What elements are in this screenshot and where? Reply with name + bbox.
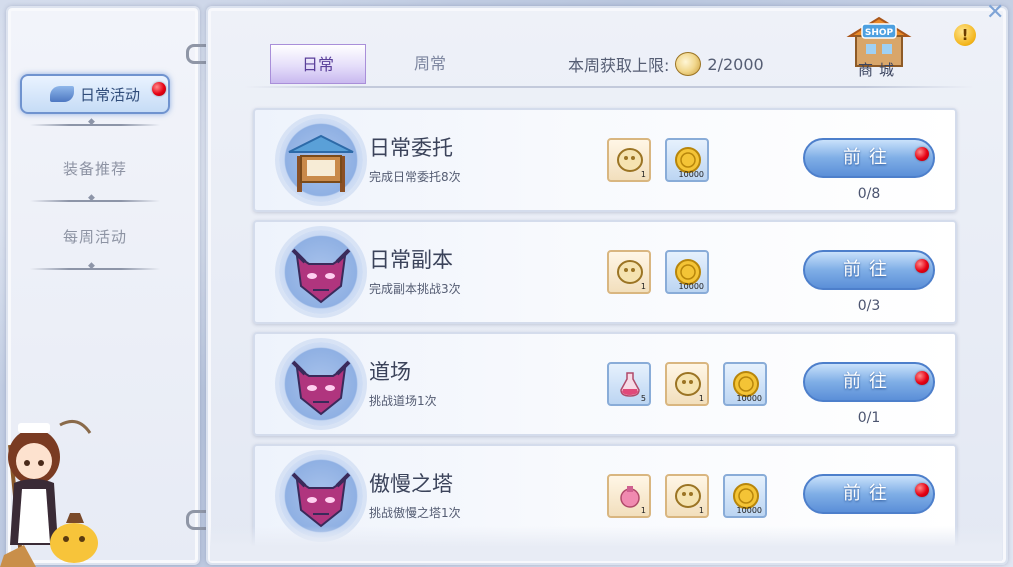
- go-button-label: 前往: [843, 259, 895, 280]
- task-description: 挑战道场1次: [369, 394, 437, 408]
- reward-slot[interactable]: 1: [607, 250, 651, 294]
- demon-mask-icon: [291, 248, 351, 304]
- task-description: 挑战傲慢之塔1次: [369, 506, 461, 520]
- reward-slot[interactable]: 10000: [665, 138, 709, 182]
- task-title: 日常副本: [369, 248, 453, 272]
- bronze-medal-icon: [675, 52, 702, 76]
- shoe-icon: [49, 86, 74, 102]
- shop-label[interactable]: 商城: [846, 59, 912, 80]
- task-emblem: [279, 118, 363, 202]
- demon-mask-icon: [291, 360, 351, 416]
- sidebar-divider: [30, 193, 160, 203]
- maid-character-icon: [0, 419, 98, 567]
- task-title: 道场: [369, 360, 411, 384]
- sidebar-item-label: 每周活动: [62, 228, 127, 246]
- reward-slot[interactable]: 1: [665, 362, 709, 406]
- go-button[interactable]: 前往: [803, 250, 935, 290]
- svg-text:SHOP: SHOP: [865, 28, 894, 38]
- reward-count: 5: [640, 394, 646, 403]
- sidebar-item-weekly[interactable]: 每周活动: [0, 226, 190, 247]
- task-card: 日常副本 完成副本挑战3次 1 10000 前往 0/3: [253, 220, 957, 324]
- weekly-limit-value: 2/2000: [707, 54, 764, 74]
- reward-slot[interactable]: 5: [607, 362, 651, 406]
- tab-divider: [244, 86, 974, 88]
- reward-count: 1: [640, 282, 646, 291]
- scroll-fade: [210, 526, 1002, 561]
- bronze-medal-icon: [617, 148, 643, 172]
- go-button-label: 前往: [843, 147, 895, 168]
- reward-count: 10000: [736, 506, 762, 515]
- bronze-medal-icon: [675, 484, 701, 508]
- reward-count: 1: [698, 394, 704, 403]
- potion-icon: [620, 372, 640, 397]
- go-button[interactable]: 前往: [803, 138, 935, 178]
- task-emblem: [279, 342, 363, 426]
- weekly-limit-label: 本周获取上限:: [568, 56, 670, 75]
- task-description: 完成副本挑战3次: [369, 282, 461, 296]
- reward-slot[interactable]: 10000: [723, 474, 767, 518]
- reward-slot[interactable]: 1: [607, 138, 651, 182]
- sidebar-item-equipment[interactable]: 装备推荐: [0, 158, 190, 179]
- notice-board-icon: [288, 134, 354, 192]
- reward-slot[interactable]: 1: [607, 474, 651, 518]
- info-icon[interactable]: !: [954, 24, 976, 46]
- reward-slot[interactable]: 1: [665, 474, 709, 518]
- reward-count: 10000: [736, 394, 762, 403]
- reward-count: 10000: [678, 282, 704, 291]
- task-progress: 0/3: [857, 298, 881, 314]
- go-button-label: 前往: [843, 371, 895, 392]
- weekly-limit: 本周获取上限: 2/2000: [568, 52, 764, 76]
- task-title: 日常委托: [369, 136, 453, 160]
- task-progress: 0/8: [857, 186, 881, 202]
- sidebar-item-label: 日常活动: [79, 85, 140, 104]
- task-emblem: [279, 230, 363, 314]
- sidebar-divider: [30, 117, 160, 127]
- go-button-label: 前往: [843, 483, 895, 504]
- close-corner-icon[interactable]: ✕: [986, 0, 1004, 25]
- reward-slot[interactable]: 10000: [665, 250, 709, 294]
- alert-dot: [915, 147, 929, 161]
- bronze-medal-icon: [675, 372, 701, 396]
- pink-potion-icon: [620, 486, 640, 508]
- task-title: 傲慢之塔: [369, 472, 453, 496]
- sidebar-item-label: 装备推荐: [62, 160, 127, 178]
- reward-count: 1: [640, 506, 646, 515]
- task-description: 完成日常委托8次: [369, 170, 461, 184]
- tab-weekly[interactable]: 周常: [382, 44, 478, 84]
- sidebar-divider: [30, 261, 160, 271]
- alert-dot: [152, 82, 166, 96]
- reward-count: 1: [698, 506, 704, 515]
- alert-dot: [915, 259, 929, 273]
- alert-dot: [915, 371, 929, 385]
- reward-count: 1: [640, 170, 646, 179]
- reward-slot[interactable]: 10000: [723, 362, 767, 406]
- reward-count: 10000: [678, 170, 704, 179]
- go-button[interactable]: 前往: [803, 362, 935, 402]
- sidebar-item-daily-activity[interactable]: 日常活动: [20, 74, 170, 114]
- alert-dot: [915, 483, 929, 497]
- task-progress: 0/1: [857, 410, 881, 426]
- tab-daily[interactable]: 日常: [270, 44, 366, 84]
- bronze-medal-icon: [617, 260, 643, 284]
- task-card: 道场 挑战道场1次 5 1 10000 前往 0/1: [253, 332, 957, 436]
- go-button[interactable]: 前往: [803, 474, 935, 514]
- task-card: 日常委托 完成日常委托8次 1 10000 前往 0/8: [253, 108, 957, 212]
